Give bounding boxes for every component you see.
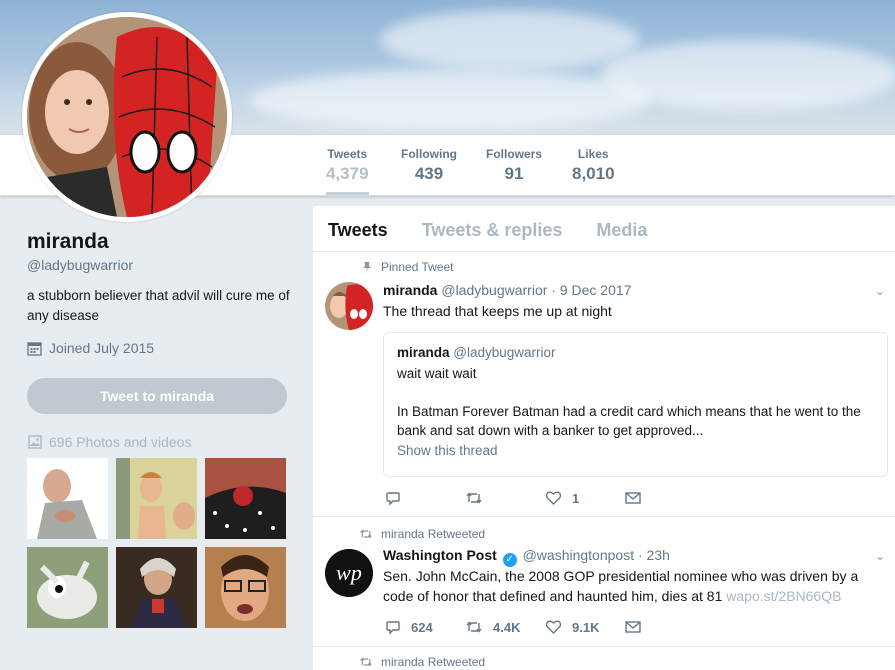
retweet-context: miranda Retweeted [359, 655, 485, 669]
quoted-line-2: In Batman Forever Batman had a credit ca… [397, 403, 861, 439]
calendar-icon [27, 341, 42, 356]
retweet-button[interactable] [465, 490, 545, 506]
profile-card: miranda @ladybugwarrior a stubborn belie… [27, 230, 297, 356]
stat-label: Followers [486, 147, 543, 161]
stat-label: Tweets [327, 147, 368, 161]
svg-text:wp: wp [336, 560, 362, 585]
stat-tweets[interactable]: Tweets 4,379 [326, 147, 369, 195]
photos-videos-link[interactable]: 696 Photos and videos [28, 434, 191, 450]
retweet-icon [466, 492, 482, 504]
reply-icon [386, 621, 400, 635]
tweet-actions: 1 [385, 490, 641, 506]
media-thumb[interactable] [116, 458, 197, 539]
stat-value: 439 [414, 164, 444, 183]
envelope-icon [625, 492, 641, 504]
stat-likes[interactable]: Likes 8,010 [572, 147, 615, 184]
avatar-photo [27, 17, 227, 217]
media-thumb[interactable] [27, 458, 108, 539]
reply-icon [386, 492, 400, 506]
tweet-meta[interactable]: @ladybugwarrior · 9 Dec 2017 [441, 282, 631, 298]
stat-value: 91 [504, 164, 524, 183]
tweet-actions: 624 4.4K 9.1K [385, 619, 641, 635]
quoted-line-1: wait wait wait [397, 366, 477, 381]
photos-label: 696 Photos and videos [49, 434, 192, 450]
profile-handle[interactable]: @ladybugwarrior [27, 257, 297, 273]
like-button[interactable]: 1 [545, 490, 625, 506]
envelope-icon [625, 621, 641, 633]
stat-value: 8,010 [572, 164, 615, 183]
reply-count: 624 [411, 619, 433, 635]
heart-icon [545, 491, 562, 505]
context-label: miranda Retweeted [381, 655, 486, 669]
tweet-author-name[interactable]: miranda [383, 282, 437, 298]
pinned-context: Pinned Tweet [361, 260, 454, 274]
timeline: Tweets Tweets & replies Media Pinned Twe… [313, 206, 895, 670]
tweet-meta[interactable]: @washingtonpost · 23h [523, 547, 670, 563]
tweet-avatar[interactable]: wp [325, 549, 373, 597]
tab-tweets-replies[interactable]: Tweets & replies [422, 206, 563, 251]
tweet-retweet-partial[interactable]: miranda Retweeted [313, 647, 895, 670]
context-label: Pinned Tweet [381, 260, 454, 274]
direct-message-button[interactable] [625, 620, 641, 634]
reply-button[interactable] [385, 490, 465, 506]
retweet-icon [466, 621, 482, 633]
washington-post-logo: wp [325, 549, 373, 597]
tweet-author-name[interactable]: Washington Post [383, 547, 497, 563]
media-grid [27, 458, 289, 628]
retweet-count: 4.4K [493, 619, 521, 635]
quoted-author-name: miranda [397, 345, 450, 360]
chevron-down-icon[interactable]: ⌄ [875, 284, 885, 298]
retweet-context: miranda Retweeted [359, 527, 485, 541]
quoted-header: miranda @ladybugwarrior [397, 345, 874, 360]
profile-avatar[interactable] [22, 12, 232, 222]
quoted-handle: @ladybugwarrior [453, 345, 556, 360]
chevron-down-icon[interactable]: ⌄ [875, 549, 885, 563]
tweet-header: Washington Post ✓ @washingtonpost · 23h [383, 547, 670, 567]
verified-icon: ✓ [502, 553, 517, 567]
tweet-pinned[interactable]: Pinned Tweet miranda @ladybugwarrior · 9… [313, 252, 895, 517]
tweet-retweet[interactable]: miranda Retweeted wp Washington Post ✓ @… [313, 517, 895, 647]
like-button[interactable]: 9.1K [545, 619, 625, 635]
retweet-icon [360, 529, 372, 539]
tweet-header: miranda @ladybugwarrior · 9 Dec 2017 [383, 282, 631, 298]
quoted-tweet[interactable]: miranda @ladybugwarrior wait wait wait I… [383, 332, 888, 477]
tab-tweets[interactable]: Tweets [328, 206, 388, 251]
profile-bio: a stubborn believer that advil will cure… [27, 288, 290, 323]
tweet-avatar[interactable] [325, 282, 373, 330]
like-count: 9.1K [572, 619, 600, 635]
joined-date: Joined July 2015 [27, 340, 297, 356]
stat-label: Likes [577, 147, 609, 161]
tweet-link[interactable]: wapo.st/2BN66QB [726, 588, 841, 604]
stat-followers[interactable]: Followers 91 [486, 147, 542, 184]
direct-message-button[interactable] [625, 491, 641, 505]
tweet-text: Sen. John McCain, the 2008 GOP president… [383, 566, 888, 606]
image-icon [28, 435, 42, 449]
stat-following[interactable]: Following 439 [401, 147, 457, 184]
media-thumb[interactable] [116, 547, 197, 628]
retweet-icon [360, 657, 372, 667]
media-thumb[interactable] [27, 547, 108, 628]
tab-media[interactable]: Media [596, 206, 647, 251]
context-label: miranda Retweeted [381, 527, 486, 541]
tweet-to-button[interactable]: Tweet to miranda [27, 378, 287, 414]
tweet-text: The thread that keeps me up at night [383, 303, 612, 319]
profile-name[interactable]: miranda [27, 230, 297, 254]
media-thumb[interactable] [205, 547, 286, 628]
pin-icon [363, 262, 371, 272]
reply-button[interactable]: 624 [385, 619, 465, 635]
stat-label: Following [401, 147, 457, 161]
stat-value: 4,379 [326, 164, 369, 183]
heart-icon [545, 620, 562, 634]
retweet-button[interactable]: 4.4K [465, 619, 545, 635]
like-count: 1 [572, 490, 580, 506]
joined-label: Joined July 2015 [49, 340, 155, 356]
timeline-tabs: Tweets Tweets & replies Media [313, 206, 895, 252]
media-thumb[interactable] [205, 458, 286, 539]
show-thread-link[interactable]: Show this thread [397, 443, 874, 458]
